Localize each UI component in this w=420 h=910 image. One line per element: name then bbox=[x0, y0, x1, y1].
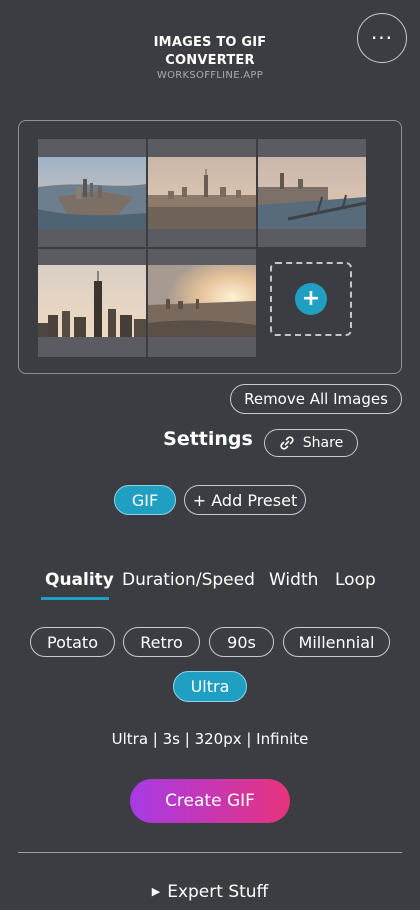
ellipsis-icon: ··· bbox=[370, 26, 394, 50]
quality-option-ultra[interactable]: Ultra bbox=[173, 671, 247, 702]
expert-stuff-label: Expert Stuff bbox=[167, 882, 269, 902]
share-label: Share bbox=[302, 435, 344, 451]
add-image-slot[interactable]: + bbox=[270, 262, 352, 336]
city-photo bbox=[148, 265, 256, 337]
create-gif-button[interactable]: Create GIF bbox=[130, 779, 290, 823]
settings-tabs: Quality Duration/Speed Width Loop bbox=[0, 570, 420, 604]
app-subtitle: WORKSOFFLINE.APP bbox=[156, 70, 264, 81]
add-preset-button[interactable]: + Add Preset bbox=[184, 485, 306, 515]
quality-option-millennial[interactable]: Millennial bbox=[283, 627, 390, 657]
divider bbox=[18, 852, 402, 853]
image-thumbnail[interactable] bbox=[258, 139, 366, 247]
remove-all-images-button[interactable]: Remove All Images bbox=[230, 384, 402, 414]
triangle-right-icon: ▶ bbox=[151, 885, 161, 898]
share-button[interactable]: Share bbox=[264, 429, 358, 457]
app-title: IMAGES TO GIF CONVERTER bbox=[153, 35, 267, 68]
quality-option-potato[interactable]: Potato bbox=[30, 627, 115, 657]
active-tab-indicator bbox=[41, 597, 109, 600]
plus-icon: + bbox=[295, 283, 327, 315]
tab-quality[interactable]: Quality bbox=[45, 570, 114, 590]
city-photo bbox=[258, 157, 366, 229]
image-thumbnail[interactable] bbox=[148, 249, 256, 357]
app-page: IMAGES TO GIF CONVERTER WORKSOFFLINE.APP… bbox=[0, 0, 420, 910]
tab-loop[interactable]: Loop bbox=[335, 570, 376, 590]
tab-width[interactable]: Width bbox=[269, 570, 318, 590]
quality-option-retro[interactable]: Retro bbox=[123, 627, 200, 657]
settings-summary: Ultra | 3s | 320px | Infinite bbox=[111, 730, 309, 748]
image-thumbnail[interactable] bbox=[38, 249, 146, 357]
image-thumbnail[interactable] bbox=[148, 139, 256, 247]
city-photo bbox=[38, 157, 146, 229]
expert-stuff-toggle[interactable]: ▶ Expert Stuff bbox=[0, 882, 420, 902]
image-thumbnail[interactable] bbox=[38, 139, 146, 247]
settings-title: Settings bbox=[163, 428, 253, 450]
city-photo bbox=[148, 157, 256, 229]
tab-duration-speed[interactable]: Duration/Speed bbox=[122, 570, 255, 590]
link-icon bbox=[280, 436, 294, 450]
quality-option-90s[interactable]: 90s bbox=[209, 627, 274, 657]
images-panel: + bbox=[18, 120, 402, 374]
preset-gif[interactable]: GIF bbox=[114, 485, 176, 515]
more-menu-button[interactable]: ··· bbox=[357, 13, 407, 63]
city-photo bbox=[38, 265, 146, 337]
